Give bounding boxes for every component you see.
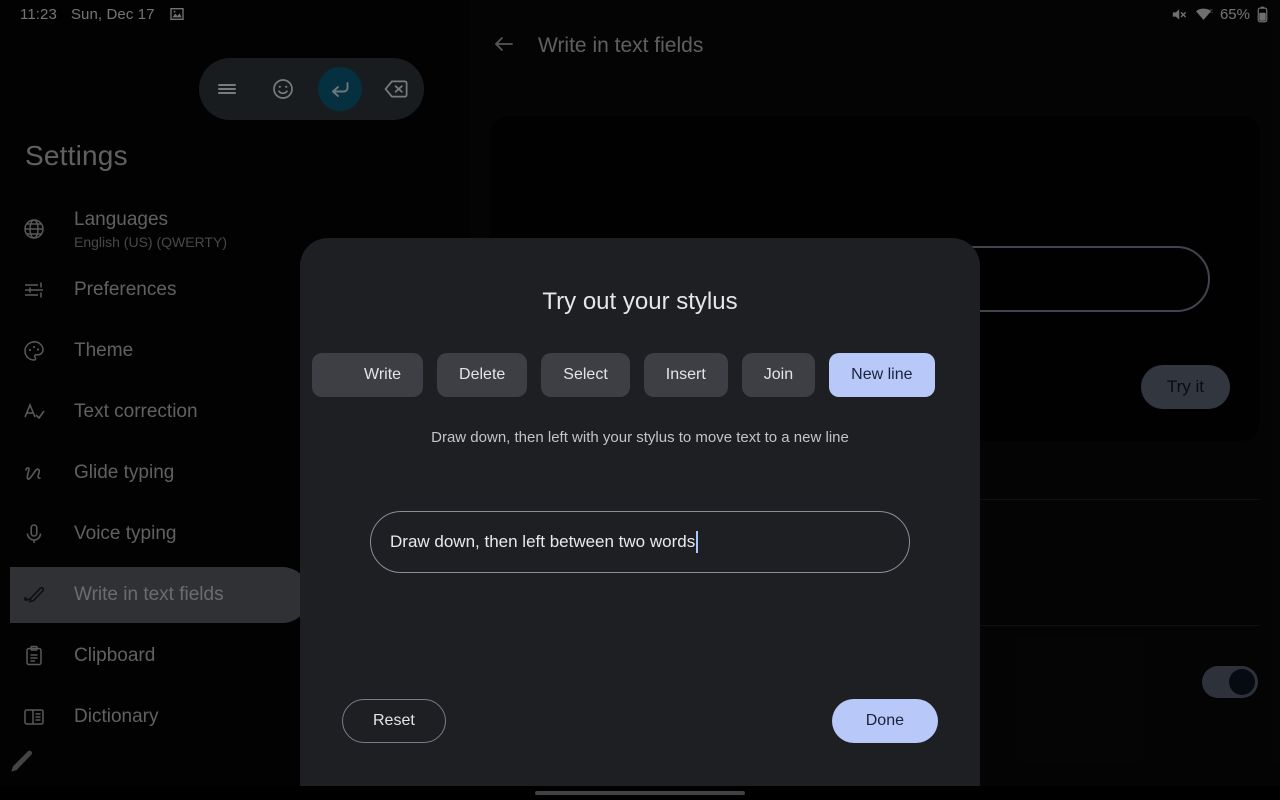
home-gesture-handle[interactable] — [535, 791, 745, 795]
chip-insert[interactable]: Insert — [644, 353, 728, 397]
chip-new-line[interactable]: New line — [829, 353, 934, 397]
stylus-gesture-chip-row: Write Delete Select Insert Join New line — [300, 353, 980, 397]
input-value: Draw down, then left between two words — [390, 532, 695, 552]
text-caret — [696, 531, 698, 553]
try-out-stylus-dialog: Try out your stylus Write Delete Select … — [300, 238, 980, 786]
dialog-action-row: Reset Done — [300, 699, 980, 743]
reset-button[interactable]: Reset — [342, 699, 446, 743]
dialog-hint-text: Draw down, then left with your stylus to… — [300, 429, 980, 446]
android-tablet-screen: Settings Languages English (US) (QWERTY) — [0, 0, 1280, 800]
chip-join[interactable]: Join — [742, 353, 815, 397]
stylus-practice-input[interactable]: Draw down, then left between two words — [370, 511, 910, 573]
chip-select[interactable]: Select — [541, 353, 629, 397]
chip-delete[interactable]: Delete — [437, 353, 527, 397]
dialog-title: Try out your stylus — [300, 288, 980, 316]
navigation-bar — [0, 786, 1280, 800]
chip-write[interactable]: Write — [312, 353, 423, 397]
done-button[interactable]: Done — [832, 699, 938, 743]
